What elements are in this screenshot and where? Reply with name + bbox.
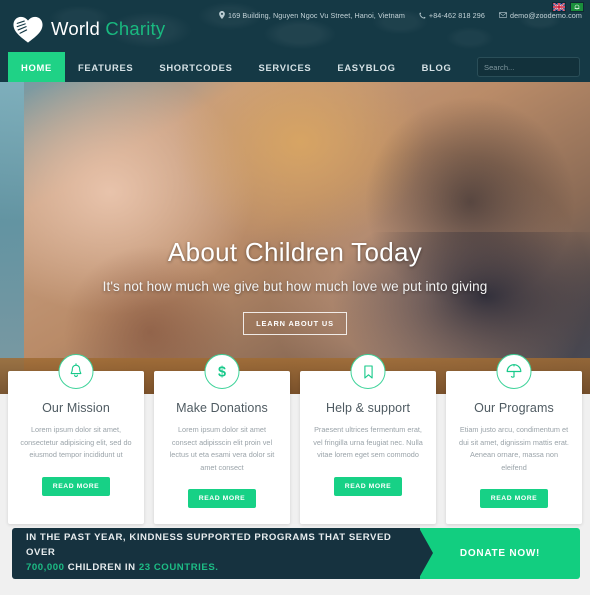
- feature-cards: Our Mission Lorem ipsum dolor sit amet, …: [8, 354, 582, 525]
- hero-subtitle: It's not how much we give but how much l…: [102, 278, 488, 294]
- card-description: Etiam justo arcu, condimentum et dui sit…: [459, 425, 569, 472]
- contact-email-text: demo@zoodemo.com: [509, 10, 582, 20]
- hero-banner: About Children Today It's not how much w…: [0, 82, 590, 394]
- search-box[interactable]: [477, 57, 582, 77]
- card-description: Lorem ipsum dolor sit amet, consectetur …: [20, 425, 132, 460]
- bookmark-icon: [350, 354, 386, 389]
- cta-children-count: 700,000: [26, 561, 65, 573]
- page-root: 169 Building, Nguyen Ngoc Vu Street, Han…: [0, 0, 590, 595]
- read-more-button[interactable]: READ MORE: [187, 489, 257, 509]
- card-title: Our Programs: [474, 401, 554, 415]
- dollar-icon: $: [204, 354, 240, 389]
- nav-list: HOME FEATURES SHORTCODES SERVICES EASYBL…: [0, 52, 464, 82]
- contact-phone-text: +84-462 818 296: [428, 10, 485, 20]
- card-make-donations: $ Make Donations Lorem ipsum dolor sit a…: [154, 354, 290, 525]
- contact-email[interactable]: demo@zoodemo.com: [498, 10, 582, 20]
- card-description: Lorem ipsum dolor sit amet consect adipi…: [169, 425, 275, 472]
- card-title: Help & support: [325, 401, 411, 415]
- cta-countries-count: 23 COUNTRIES.: [138, 561, 219, 573]
- heart-hand-logo-icon: [13, 16, 43, 43]
- nav-item-blog[interactable]: BLOG: [409, 52, 465, 82]
- cta-children-label: CHILDREN IN: [64, 561, 139, 573]
- umbrella-icon: [496, 354, 532, 389]
- brand-wordmark: World Charity: [51, 18, 165, 40]
- nav-item-easyblog[interactable]: EASYBLOG: [324, 52, 408, 82]
- read-more-button[interactable]: READ MORE: [333, 476, 403, 496]
- card-help-support: Help & support Praesent ultrices ferment…: [300, 354, 436, 525]
- cta-line-one: IN THE PAST YEAR, KINDNESS SUPPORTED PRO…: [26, 532, 392, 559]
- brand-name-first: World: [51, 18, 100, 39]
- map-pin-icon: [219, 11, 225, 19]
- nav-item-features[interactable]: FEATURES: [65, 52, 146, 82]
- bell-icon: [58, 354, 94, 389]
- site-header: 169 Building, Nguyen Ngoc Vu Street, Han…: [0, 0, 590, 82]
- card-our-programs: Our Programs Etiam justo arcu, condiment…: [446, 354, 582, 525]
- hero-content: About Children Today It's not how much w…: [0, 238, 590, 335]
- read-more-button[interactable]: READ MORE: [479, 489, 549, 509]
- main-navigation: HOME FEATURES SHORTCODES SERVICES EASYBL…: [0, 52, 590, 82]
- nav-item-home[interactable]: HOME: [8, 52, 65, 82]
- contact-address: 169 Building, Nguyen Ngoc Vu Street, Han…: [219, 11, 405, 20]
- nav-item-shortcodes[interactable]: SHORTCODES: [146, 52, 245, 82]
- search-input[interactable]: [484, 62, 582, 72]
- cta-action-area[interactable]: DONATE NOW!: [420, 528, 580, 579]
- cta-line-two: 700,000 CHILDREN IN 23 COUNTRIES.: [26, 561, 420, 576]
- card-title: Our Mission: [42, 401, 110, 415]
- read-more-button[interactable]: READ MORE: [41, 476, 111, 496]
- donate-cta-banner: IN THE PAST YEAR, KINDNESS SUPPORTED PRO…: [12, 528, 580, 579]
- svg-text:$: $: [218, 365, 226, 380]
- learn-about-us-button[interactable]: LEARN ABOUT US: [243, 311, 347, 335]
- contact-phone[interactable]: +84-462 818 296: [419, 11, 485, 20]
- donate-now-button[interactable]: DONATE NOW!: [460, 548, 540, 559]
- card-description: Praesent ultrices fermentum erat, vel fr…: [313, 425, 423, 460]
- hero-title: About Children Today: [167, 237, 423, 267]
- envelope-icon: [498, 12, 507, 18]
- card-title: Make Donations: [176, 401, 268, 415]
- nav-item-services[interactable]: SERVICES: [246, 52, 325, 82]
- brand-name-second: Charity: [105, 18, 166, 39]
- phone-icon: [419, 12, 426, 18]
- card-our-mission: Our Mission Lorem ipsum dolor sit amet, …: [8, 354, 144, 525]
- site-brand[interactable]: World Charity: [12, 14, 165, 44]
- cta-message: IN THE PAST YEAR, KINDNESS SUPPORTED PRO…: [12, 528, 433, 579]
- contact-address-text: 169 Building, Nguyen Ngoc Vu Street, Han…: [228, 10, 405, 20]
